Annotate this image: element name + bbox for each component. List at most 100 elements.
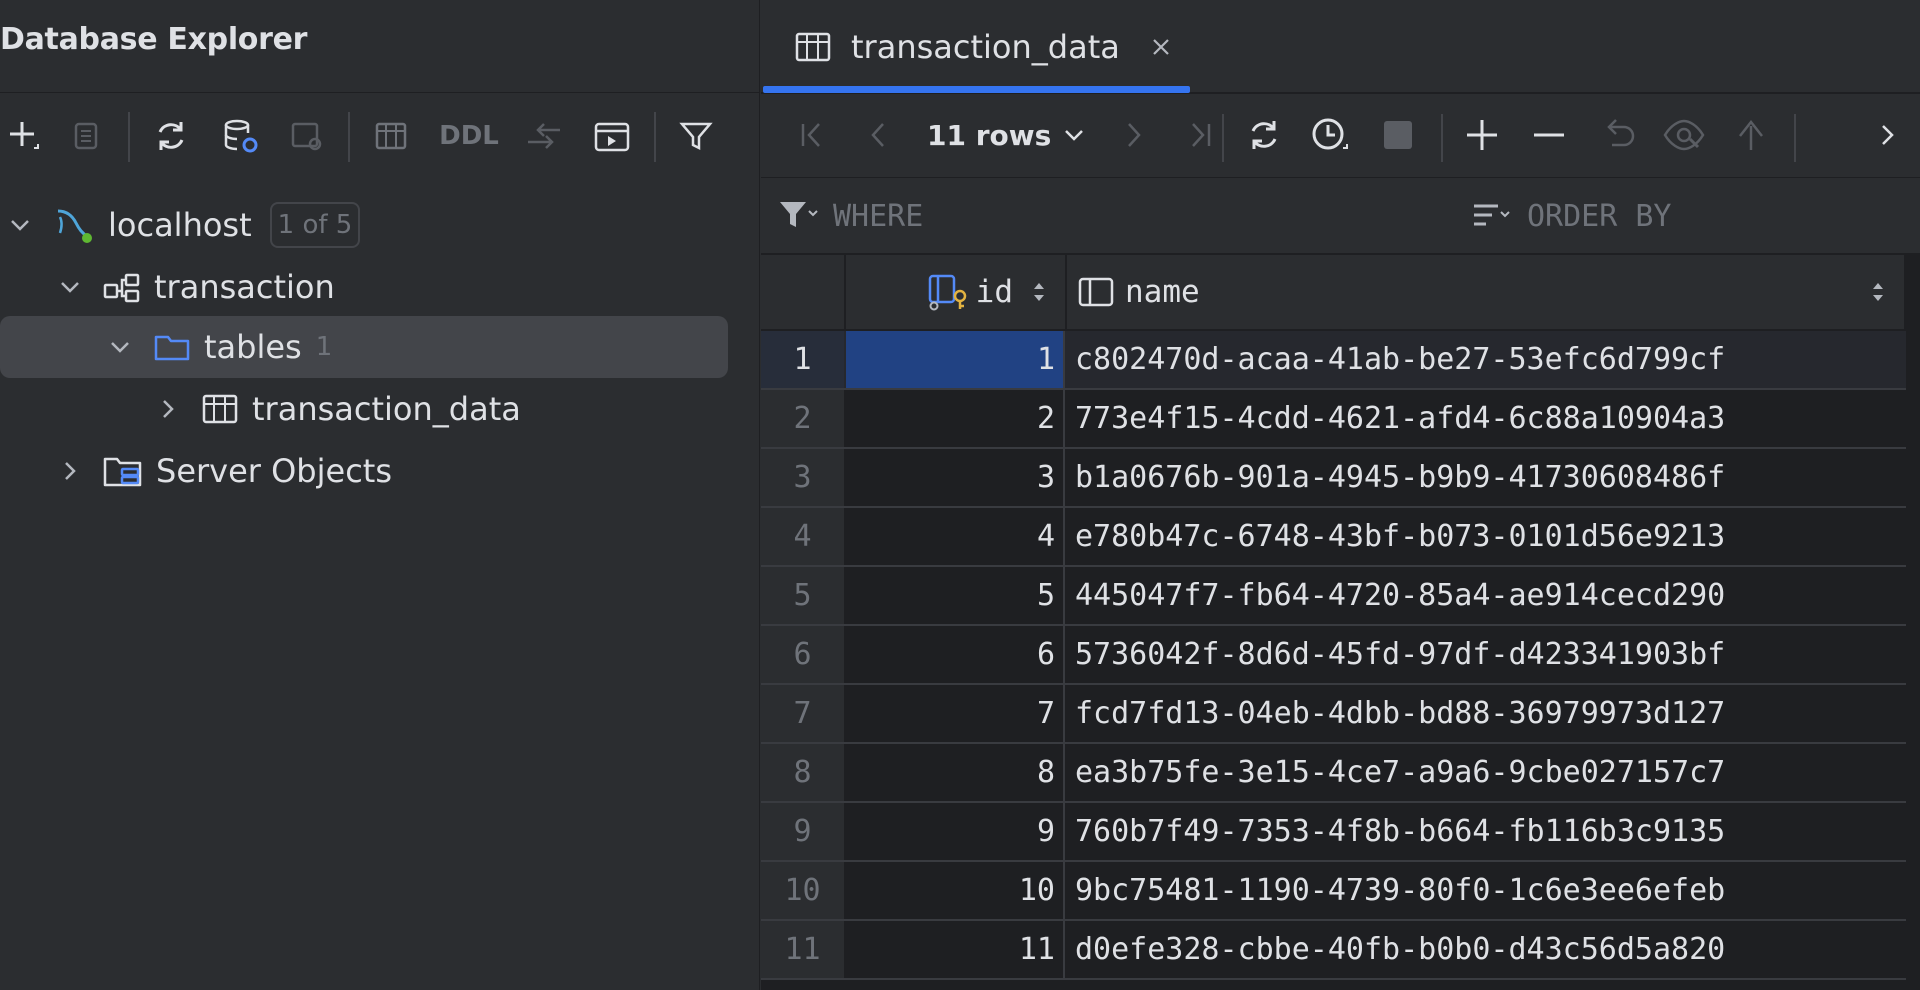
chevron-down-icon: [1061, 122, 1087, 148]
stop-icon[interactable]: [1375, 112, 1421, 158]
first-page-icon[interactable]: [789, 112, 835, 158]
ddl-button[interactable]: DDL: [437, 114, 501, 158]
table-row[interactable]: 11 11 d0efe328-cbbe-40fb-b0b0-d43c56d5a820: [761, 921, 1906, 980]
cell-id[interactable]: 11: [846, 921, 1065, 978]
table-row[interactable]: 8 8 ea3b75fe-3e15-4ce7-a9a6-9cbe027157c7: [761, 744, 1906, 803]
cell-name[interactable]: c802470d-acaa-41ab-be27-53efc6d799cf: [1067, 331, 1906, 388]
cell-name[interactable]: 773e4f15-4cdd-4621-afd4-6c88a10904a3: [1067, 390, 1906, 447]
server-objects-icon: [102, 451, 144, 491]
schema-label: transaction: [154, 268, 335, 306]
grid-toolbar: 11 rows: [761, 94, 1920, 178]
chevron-right-icon[interactable]: [150, 391, 186, 427]
cell-name[interactable]: 9bc75481-1190-4739-80f0-1c6e3ee6efeb: [1067, 862, 1906, 919]
add-row-icon[interactable]: [1459, 112, 1505, 158]
cell-id[interactable]: 5: [846, 567, 1065, 624]
row-number-header[interactable]: [761, 255, 846, 329]
column-header-id-label: id: [975, 274, 1013, 310]
cell-name[interactable]: e780b47c-6748-43bf-b073-0101d56e9213: [1067, 508, 1906, 565]
duplicate-icon[interactable]: [62, 114, 110, 158]
chevron-right-icon[interactable]: [52, 453, 88, 489]
cell-id[interactable]: 1: [846, 331, 1065, 388]
chevron-down-icon[interactable]: [2, 207, 38, 243]
rows-dropdown[interactable]: 11 rows: [927, 112, 1087, 158]
clock-icon[interactable]: [1307, 112, 1353, 158]
jump-icon[interactable]: [520, 114, 568, 158]
row-number[interactable]: 11: [761, 921, 844, 978]
row-number[interactable]: 5: [761, 567, 844, 624]
filter-icon[interactable]: [672, 114, 720, 158]
tables-count: 1: [315, 332, 333, 362]
query-console-icon[interactable]: [283, 114, 331, 158]
open-editor-icon[interactable]: [588, 114, 636, 158]
cell-id[interactable]: 2: [846, 390, 1065, 447]
table-row[interactable]: 1 1 c802470d-acaa-41ab-be27-53efc6d799cf: [761, 331, 1906, 390]
cell-name[interactable]: ea3b75fe-3e15-4ce7-a9a6-9cbe027157c7: [1067, 744, 1906, 801]
tree-node-transaction-data[interactable]: transaction_data: [150, 378, 710, 440]
preview-changes-icon[interactable]: [1661, 112, 1707, 158]
chevron-down-icon[interactable]: [102, 329, 138, 365]
cell-name[interactable]: b1a0676b-901a-4945-b9b9-41730608486f: [1067, 449, 1906, 506]
row-number[interactable]: 7: [761, 685, 844, 742]
chevron-right-icon[interactable]: [1865, 112, 1911, 158]
cell-name[interactable]: 5736042f-8d6d-45fd-97df-d423341903bf: [1067, 626, 1906, 683]
data-source-properties-icon[interactable]: [217, 114, 265, 158]
column-header-id[interactable]: id: [846, 255, 1067, 329]
cell-name[interactable]: 445047f7-fb64-4720-85a4-ae914cecd290: [1067, 567, 1906, 624]
table-row[interactable]: 5 5 445047f7-fb64-4720-85a4-ae914cecd290: [761, 567, 1906, 626]
where-filter[interactable]: WHERE: [777, 194, 1297, 238]
table-icon: [200, 389, 240, 429]
cell-id[interactable]: 4: [846, 508, 1065, 565]
row-number[interactable]: 8: [761, 744, 844, 801]
connection-label: localhost: [108, 206, 252, 244]
revert-icon[interactable]: [1595, 112, 1641, 158]
cell-name[interactable]: fcd7fd13-04eb-4dbb-bd88-36979973d127: [1067, 685, 1906, 742]
add-icon[interactable]: [0, 114, 48, 158]
row-number[interactable]: 9: [761, 803, 844, 860]
vertical-scrollbar[interactable]: [1906, 255, 1920, 990]
column-icon: [1077, 274, 1115, 310]
table-row[interactable]: 10 10 9bc75481-1190-4739-80f0-1c6e3ee6efeb: [761, 862, 1906, 921]
table-row[interactable]: 2 2 773e4f15-4cdd-4621-afd4-6c88a10904a3: [761, 390, 1906, 449]
row-number[interactable]: 6: [761, 626, 844, 683]
sort-toggle-icon[interactable]: [1031, 279, 1047, 305]
order-by-filter[interactable]: ORDER BY: [1471, 194, 1911, 238]
previous-page-icon[interactable]: [855, 112, 901, 158]
explorer-toolbar: DDL: [0, 94, 760, 182]
tree-node-transaction[interactable]: transaction: [52, 256, 712, 318]
cell-id[interactable]: 9: [846, 803, 1065, 860]
cell-name[interactable]: d0efe328-cbbe-40fb-b0b0-d43c56d5a820: [1067, 921, 1906, 978]
refresh-icon[interactable]: [1241, 112, 1287, 158]
tables-label: tables: [204, 328, 302, 366]
refresh-icon[interactable]: [147, 114, 195, 158]
sort-toggle-icon[interactable]: [1870, 279, 1886, 305]
tree-node-localhost[interactable]: localhost 1 of 5: [0, 194, 720, 256]
row-number[interactable]: 4: [761, 508, 844, 565]
cell-id[interactable]: 8: [846, 744, 1065, 801]
table-row[interactable]: 4 4 e780b47c-6748-43bf-b073-0101d56e9213: [761, 508, 1906, 567]
cell-name[interactable]: 760b7f49-7353-4f8b-b664-fb116b3c9135: [1067, 803, 1906, 860]
tree-node-server-objects[interactable]: Server Objects: [52, 440, 712, 502]
tab-transaction-data[interactable]: transaction_data: [761, 0, 1190, 93]
connection-badge: 1 of 5: [269, 202, 361, 248]
row-number[interactable]: 1: [761, 331, 844, 388]
next-page-icon[interactable]: [1111, 112, 1157, 158]
row-number[interactable]: 2: [761, 390, 844, 447]
cell-id[interactable]: 7: [846, 685, 1065, 742]
cell-id[interactable]: 10: [846, 862, 1065, 919]
row-number[interactable]: 3: [761, 449, 844, 506]
close-icon[interactable]: [1148, 34, 1174, 60]
cell-id[interactable]: 6: [846, 626, 1065, 683]
cell-id[interactable]: 3: [846, 449, 1065, 506]
submit-icon[interactable]: [1728, 112, 1774, 158]
last-page-icon[interactable]: [1177, 112, 1223, 158]
table-row[interactable]: 6 6 5736042f-8d6d-45fd-97df-d423341903bf: [761, 626, 1906, 685]
table-row[interactable]: 7 7 fcd7fd13-04eb-4dbb-bd88-36979973d127: [761, 685, 1906, 744]
chevron-down-icon[interactable]: [52, 269, 88, 305]
column-header-name[interactable]: name: [1067, 255, 1906, 329]
row-number[interactable]: 10: [761, 862, 844, 919]
table-row[interactable]: 9 9 760b7f49-7353-4f8b-b664-fb116b3c9135: [761, 803, 1906, 862]
table-icon[interactable]: [367, 114, 415, 158]
tree-node-tables[interactable]: tables 1: [0, 316, 728, 378]
table-row[interactable]: 3 3 b1a0676b-901a-4945-b9b9-41730608486f: [761, 449, 1906, 508]
delete-row-icon[interactable]: [1526, 112, 1572, 158]
